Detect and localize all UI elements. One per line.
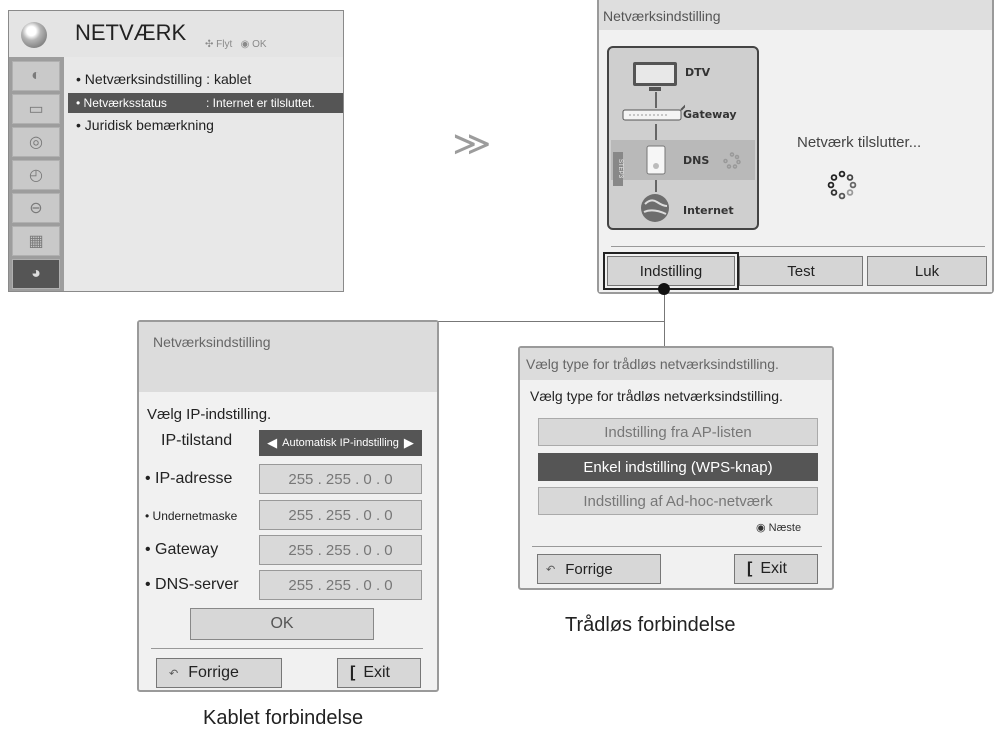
network-status-title: Netværksindstilling: [603, 8, 721, 24]
exit-label: Exit: [363, 664, 390, 681]
network-status-body: DTV Gateway STEP3 DNS Internet Netværk t…: [599, 30, 992, 292]
menu-body: • Netværksindstilling : kablet • Netværk…: [64, 57, 343, 291]
connecting-status: Netværk tilslutter...: [797, 134, 922, 151]
device-label-dtv: DTV: [685, 66, 711, 79]
back-icon: ↶: [169, 667, 179, 680]
sidebar-audio-icon[interactable]: ◎: [12, 127, 60, 157]
device-label-internet: Internet: [683, 204, 734, 217]
wps-option[interactable]: Enkel indstilling (WPS-knap): [538, 453, 818, 481]
divider: [611, 246, 985, 247]
ip-prompt: Vælg IP-indstilling.: [147, 406, 272, 423]
ok-button[interactable]: OK: [190, 608, 374, 640]
exit-icon: [: [747, 560, 753, 577]
menu-item-network-status-value: : Internet er tilsluttet.: [206, 96, 315, 110]
globe-icon: [21, 22, 47, 48]
menu-hint: ✣ Flyt ◉ OK: [205, 39, 267, 50]
device-label-gateway: Gateway: [683, 108, 737, 121]
exit-button[interactable]: [ Exit: [734, 554, 818, 584]
exit-label: Exit: [760, 560, 787, 577]
exit-icon: [: [350, 664, 356, 681]
network-status-panel: Netværksindstilling DTV Gateway STEP3 DN…: [597, 0, 994, 294]
chain-line: [655, 124, 657, 140]
wireless-settings-panel: Vælg type for trådløs netværksindstillin…: [518, 346, 834, 590]
adhoc-option[interactable]: Indstilling af Ad-hoc-netværk: [538, 487, 818, 515]
loading-spinner-icon: [827, 170, 857, 200]
wireless-title: Vælg type for trådløs netværksindstillin…: [526, 356, 779, 372]
subnet-mask-field[interactable]: 255 . 255 . 0 . 0: [259, 500, 422, 530]
dns-loading-icon: [723, 152, 741, 169]
menu-item-network-setting[interactable]: • Netværksindstilling : kablet: [76, 71, 251, 87]
back-button[interactable]: ↶ Forrige: [537, 554, 661, 584]
ip-mode-label: IP-tilstand: [161, 432, 233, 449]
divider: [532, 546, 822, 547]
back-button[interactable]: ↶ Forrige: [156, 658, 282, 688]
dns-server-field[interactable]: 255 . 255 . 0 . 0: [259, 570, 422, 600]
arrow-left-icon[interactable]: ◀: [267, 435, 277, 451]
flow-arrow-icon: ≫: [452, 125, 492, 163]
move-icon: ✣: [205, 39, 214, 50]
wired-settings-panel: Netværksindstilling Vælg IP-indstilling.…: [137, 320, 439, 692]
sidebar-setup-icon[interactable]: ◐: [12, 61, 60, 91]
next-label: Næste: [768, 522, 802, 534]
subnet-mask-label: • Undernetmaske: [145, 509, 238, 523]
connector-dot: [658, 283, 670, 295]
menu-item-legal-notice[interactable]: • Juridisk bemærkning: [76, 117, 214, 133]
exit-button[interactable]: [ Exit: [337, 658, 421, 688]
dns-server-icon: [646, 145, 666, 175]
gateway-icon: [622, 104, 685, 121]
menu-sidebar: ◐ ▭ ◎ ◴ ⊖ ▦ ◕: [9, 57, 64, 291]
ip-address-field[interactable]: 255 . 255 . 0 . 0: [259, 464, 422, 494]
step-badge: STEP3: [613, 152, 623, 186]
tv-icon: [633, 62, 677, 91]
gateway-label: • Gateway: [145, 541, 219, 558]
hint-ok-label: OK: [252, 39, 267, 50]
sidebar-lock-icon[interactable]: ⊖: [12, 193, 60, 223]
ip-mode-value: Automatisk IP-indstilling: [282, 437, 399, 449]
back-icon: ↶: [546, 563, 556, 576]
ok-icon: ◉: [756, 522, 766, 534]
device-label-dns: DNS: [683, 154, 710, 167]
wireless-caption: Trådløs forbindelse: [565, 614, 736, 636]
menu-item-network-status-label: • Netværksstatus: [76, 96, 167, 110]
test-button[interactable]: Test: [739, 256, 863, 286]
dns-server-label: • DNS-server: [145, 576, 239, 593]
internet-globe-icon: [641, 194, 669, 222]
back-label: Forrige: [565, 560, 613, 578]
sidebar-picture-icon[interactable]: ▭: [12, 94, 60, 124]
chain-line: [655, 180, 657, 192]
wireless-header: Vælg type for trådløs netværksindstillin…: [520, 348, 832, 380]
close-button[interactable]: Luk: [867, 256, 987, 286]
sidebar-network-icon[interactable]: ◕: [12, 259, 60, 289]
wired-header: Netværksindstilling: [139, 322, 437, 392]
settings-button[interactable]: Indstilling: [607, 256, 735, 286]
wireless-prompt: Vælg type for trådløs netværksindstillin…: [530, 388, 783, 404]
ip-mode-selector[interactable]: ◀ Automatisk IP-indstilling ▶: [259, 430, 422, 456]
ip-address-label: • IP-adresse: [145, 470, 233, 487]
arrow-right-icon[interactable]: ▶: [404, 435, 414, 451]
network-menu-panel: NETVÆRK ✣ Flyt ◉ OK ◐ ▭ ◎ ◴ ⊖ ▦ ◕ • Netv…: [8, 10, 344, 292]
next-hint[interactable]: ◉ Næste: [756, 521, 801, 534]
menu-title: NETVÆRK: [75, 20, 187, 45]
menu-item-network-status[interactable]: • Netværksstatus : Internet er tilslutte…: [68, 93, 343, 113]
gateway-field[interactable]: 255 . 255 . 0 . 0: [259, 535, 422, 565]
hint-move-label: Flyt: [216, 39, 233, 50]
wired-title: Netværksindstilling: [153, 334, 271, 350]
ap-list-option[interactable]: Indstilling fra AP-listen: [538, 418, 818, 446]
connector-line: [664, 290, 665, 346]
device-chain: DTV Gateway STEP3 DNS Internet: [607, 46, 759, 230]
sidebar-time-icon[interactable]: ◴: [12, 160, 60, 190]
menu-header: NETVÆRK ✣ Flyt ◉ OK: [9, 11, 343, 57]
ok-icon: ◉: [240, 39, 250, 50]
sidebar-option-icon[interactable]: ▦: [12, 226, 60, 256]
back-label: Forrige: [188, 664, 239, 681]
divider: [151, 648, 423, 649]
wired-caption: Kablet forbindelse: [203, 707, 364, 729]
